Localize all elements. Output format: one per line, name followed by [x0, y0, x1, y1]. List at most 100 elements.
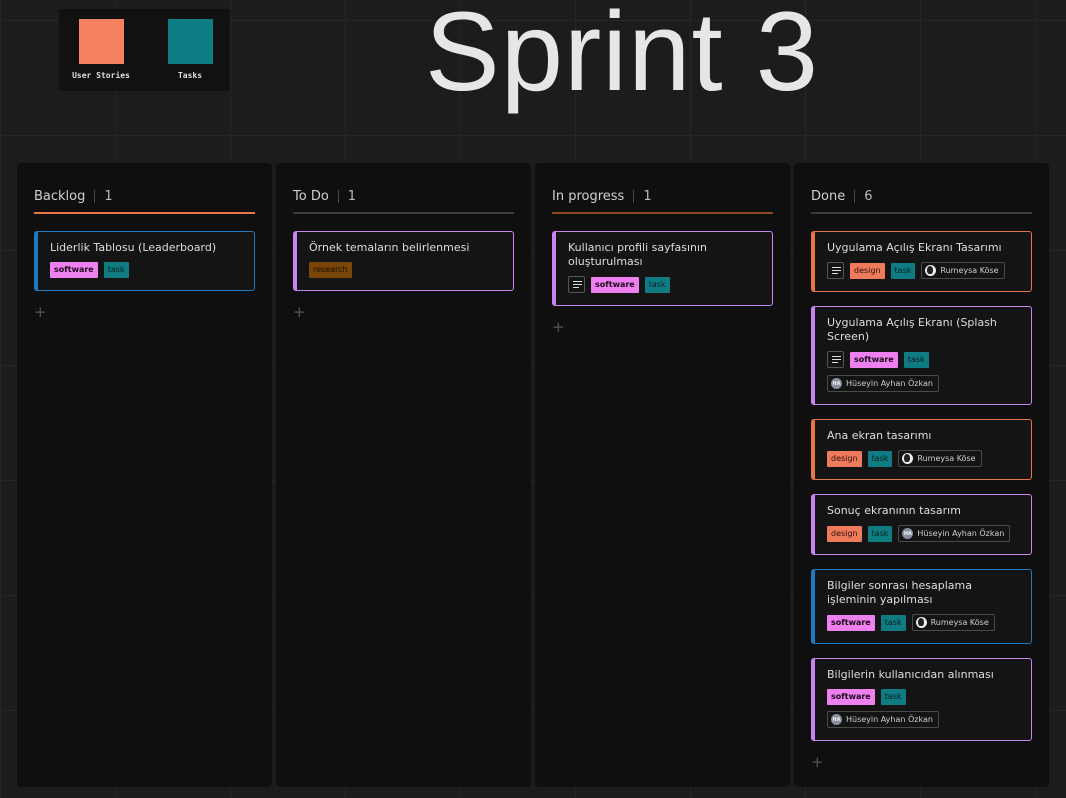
avatar — [915, 617, 927, 628]
card-title: Kullanıcı profili sayfasının oluşturulma… — [568, 241, 708, 268]
divider — [94, 190, 96, 203]
tag-task[interactable]: task — [867, 450, 893, 467]
divider — [633, 190, 635, 203]
legend-label: Tasks — [177, 71, 203, 80]
assignee-chip[interactable]: Rumeysa Köse — [921, 262, 1005, 279]
tag-software[interactable]: software — [850, 351, 898, 368]
task-card[interactable]: Uygulama Açılış Ekranı (Splash Screen) so… — [811, 306, 1032, 405]
column-title[interactable]: To Do — [293, 189, 329, 204]
card-meta: design task Rumeysa Köse — [827, 450, 1021, 467]
column-count: 1 — [643, 189, 652, 204]
column-title[interactable]: Done — [811, 189, 845, 204]
assignee-name: Hüseyin Ayhan Özkan — [917, 529, 1005, 538]
avatar: HA — [902, 528, 914, 539]
description-icon — [827, 262, 844, 279]
column-in-progress: In progress 1 Kullanıcı profili sayfasının… — [535, 163, 790, 787]
card-list: Uygulama Açılış Ekranı Tasarımı design tas… — [811, 231, 1032, 770]
add-card-button[interactable]: + — [552, 320, 566, 335]
card-meta: software task HA Hüseyin Ayhan Özkan — [827, 689, 1021, 728]
add-card-button[interactable]: + — [34, 305, 48, 320]
assignee-name: Hüseyin Ayhan Özkan — [846, 715, 933, 724]
assignee-chip[interactable]: HA Hüseyin Ayhan Özkan — [827, 711, 939, 728]
avatar — [902, 453, 914, 464]
assignee-chip[interactable]: Rumeysa Köse — [898, 450, 982, 467]
tag-task[interactable]: task — [103, 262, 129, 278]
assignee-chip[interactable]: HA Hüseyin Ayhan Özkan — [898, 525, 1011, 542]
tag-task[interactable]: task — [867, 525, 893, 542]
column-count: 6 — [864, 189, 873, 204]
task-card[interactable]: Bilgiler sonrası hesaplama işleminin yap… — [811, 569, 1032, 644]
card-title: Uygulama Açılış Ekranı Tasarımı — [827, 241, 1002, 254]
board-title: Sprint 3 — [425, 0, 819, 114]
task-card[interactable]: Ana ekran tasarımı design task Rumeysa Köse — [811, 419, 1032, 480]
tag-task[interactable]: task — [644, 276, 670, 293]
assignee-chip[interactable]: Rumeysa Köse — [911, 614, 995, 631]
tag-software[interactable]: software — [827, 614, 875, 631]
card-meta: design task HA Hüseyin Ayhan Özkan — [827, 525, 1021, 542]
task-card[interactable]: Liderlik Tablosu (Leaderboard) software ta… — [34, 231, 255, 291]
divider — [854, 190, 856, 203]
card-title: Bilgiler sonrası hesaplama işleminin yap… — [827, 579, 972, 606]
column-count: 1 — [347, 189, 357, 204]
legend-swatch-tasks — [167, 19, 213, 64]
legend: User Stories Tasks — [59, 9, 230, 91]
card-meta: design task Rumeysa Köse — [827, 262, 1021, 279]
card-meta: software task — [50, 262, 244, 278]
tag-design[interactable]: design — [827, 525, 862, 542]
description-icon — [827, 351, 844, 368]
column-title[interactable]: Backlog — [34, 189, 85, 204]
assignee-name: Rumeysa Köse — [930, 618, 989, 627]
avatar: HA — [831, 714, 842, 725]
card-title: Sonuç ekranının tasarım — [827, 504, 961, 517]
assignee-name: Rumeysa Köse — [917, 454, 976, 463]
assignee-name: Hüseyin Ayhan Özkan — [846, 379, 933, 388]
column-title[interactable]: In progress — [552, 189, 624, 204]
avatar — [925, 265, 937, 276]
legend-label: User Stories — [72, 71, 130, 80]
task-card[interactable]: Uygulama Açılış Ekranı Tasarımı design tas… — [811, 231, 1032, 292]
tag-task[interactable]: task — [890, 262, 916, 279]
column-rule — [811, 212, 1032, 214]
tag-software[interactable]: software — [827, 689, 875, 705]
card-list: Kullanıcı profili sayfasının oluşturulma… — [552, 231, 773, 335]
card-meta: HA Hüseyin Ayhan Özkan — [827, 375, 1021, 392]
task-card[interactable]: Kullanıcı profili sayfasının oluşturulma… — [552, 231, 773, 306]
column-to-do: To Do 1 Örnek temaların belirlenmesi resear… — [276, 163, 531, 787]
card-meta: research — [309, 262, 503, 278]
assignee-chip[interactable]: HA Hüseyin Ayhan Özkan — [827, 375, 939, 392]
card-list: Liderlik Tablosu (Leaderboard) software ta… — [34, 231, 255, 320]
column-header: Done 6 — [811, 180, 1032, 213]
tag-software[interactable]: software — [50, 262, 98, 278]
card-meta: software task — [827, 351, 1021, 368]
column-backlog: Backlog 1 Liderlik Tablosu (Leaderboard) so… — [17, 163, 272, 787]
column-rule — [293, 212, 514, 214]
add-card-button[interactable]: + — [293, 305, 307, 320]
task-card[interactable]: Örnek temaların belirlenmesi research — [293, 231, 514, 291]
column-header: Backlog 1 — [34, 180, 255, 213]
tag-design[interactable]: design — [850, 262, 885, 279]
assignee-name: Rumeysa Köse — [940, 266, 999, 275]
card-title: Bilgilerin kullanıcıdan alınması — [827, 668, 994, 681]
card-title: Liderlik Tablosu (Leaderboard) — [50, 241, 217, 254]
card-title: Örnek temaların belirlenmesi — [309, 241, 470, 254]
legend-item-user-stories: User Stories — [66, 19, 136, 80]
card-meta: software task — [568, 276, 762, 293]
column-done: Done 6 Uygulama Açılış Ekranı Tasarımı desi… — [794, 163, 1049, 787]
tag-task[interactable]: task — [880, 689, 906, 705]
legend-swatch-user-stories — [78, 19, 124, 64]
tag-task[interactable]: task — [880, 614, 906, 631]
column-header: In progress 1 — [552, 180, 773, 213]
card-title: Ana ekran tasarımı — [827, 429, 932, 442]
task-card[interactable]: Bilgilerin kullanıcıdan alınması software… — [811, 658, 1032, 741]
tag-design[interactable]: design — [827, 450, 862, 467]
card-title: Uygulama Açılış Ekranı (Splash Screen) — [827, 316, 997, 343]
tag-software[interactable]: software — [591, 276, 639, 293]
column-count: 1 — [104, 189, 113, 204]
tag-research[interactable]: research — [309, 262, 352, 278]
task-card[interactable]: Sonuç ekranının tasarım design task HA Hüsey… — [811, 494, 1032, 555]
column-rule — [552, 212, 773, 214]
card-list: Örnek temaların belirlenmesi research + — [293, 231, 514, 320]
add-card-button[interactable]: + — [811, 755, 825, 770]
tag-task[interactable]: task — [903, 351, 929, 368]
divider — [337, 190, 339, 203]
